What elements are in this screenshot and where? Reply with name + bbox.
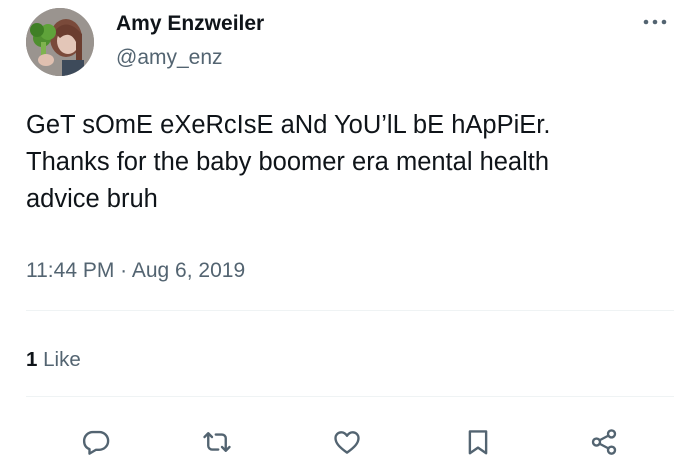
retweet-icon [203, 432, 231, 452]
tweet-text: GeT sOmE eXeRcIsE aNd YoU’lL bE hApPiEr.… [26, 107, 676, 218]
retweet-button[interactable] [195, 420, 239, 464]
reply-icon [82, 430, 110, 455]
tweet-text-line: Thanks for the baby boomer era mental he… [26, 148, 550, 176]
tweet-timestamp: 11:44 PM · Aug 6, 2019 [26, 257, 245, 285]
tweet-text-line: advice bruh [26, 185, 158, 213]
share-icon [591, 429, 617, 455]
avatar-photo [26, 8, 94, 76]
timestamp-separator: · [120, 259, 128, 282]
tweet-time[interactable]: 11:44 PM [26, 259, 114, 282]
like-label: Like [43, 348, 81, 371]
likes-count-link[interactable]: 1 Like [26, 346, 81, 374]
like-button[interactable] [325, 420, 369, 464]
reply-button[interactable] [74, 420, 118, 464]
divider [26, 396, 674, 397]
share-button[interactable] [582, 420, 626, 464]
action-bar [0, 420, 700, 464]
author-name[interactable]: Amy Enzweiler [116, 11, 264, 37]
tweet-text-line: GeT sOmE eXeRcIsE aNd YoU’lL bE hApPiEr. [26, 111, 551, 139]
bookmark-button[interactable] [456, 420, 500, 464]
bookmark-icon [468, 430, 488, 455]
author-handle[interactable]: @amy_enz [116, 45, 223, 71]
tweet-date[interactable]: Aug 6, 2019 [132, 259, 245, 282]
more-options-button[interactable] [636, 7, 674, 35]
more-horizontal-icon [643, 19, 667, 25]
heart-icon [334, 431, 360, 454]
like-count: 1 [26, 348, 38, 371]
tweet-card: Amy Enzweiler @amy_enz GeT sOmE eXeRcIsE… [0, 0, 700, 471]
avatar[interactable] [26, 8, 94, 76]
divider [26, 310, 674, 311]
